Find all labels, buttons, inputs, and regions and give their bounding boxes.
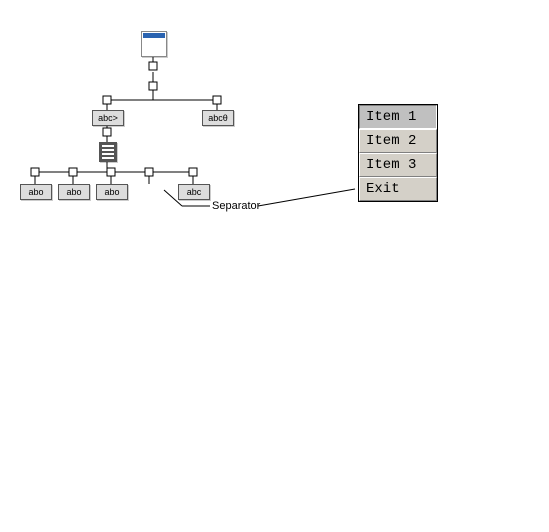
leaf-node-5-label: abc: [187, 188, 202, 197]
menu-item-2-label: Item 2: [366, 133, 416, 149]
leaf-node-2-label: abo: [66, 188, 81, 197]
menu-item-2[interactable]: Item 2: [359, 129, 437, 153]
window-icon: [141, 31, 167, 57]
menu-node-right: abcθ: [202, 110, 234, 126]
menu-node-right-label: abcθ: [208, 114, 228, 123]
menu-item-3-label: Item 3: [366, 157, 416, 173]
tree-connectors: [0, 0, 549, 532]
context-menu: Item 1 Item 2 Item 3 Exit: [358, 104, 438, 202]
leaf-node-5: abc: [178, 184, 210, 200]
leaf-node-3: abo: [96, 184, 128, 200]
diagram-canvas: abc> abcθ abo abo abo abc Separator Item…: [0, 0, 549, 532]
separator-annotation: Separator: [212, 200, 260, 212]
leaf-node-1: abo: [20, 184, 52, 200]
menu-item-exit[interactable]: Exit: [359, 177, 437, 201]
leaf-node-2: abo: [58, 184, 90, 200]
separator-annotation-text: Separator: [212, 200, 260, 212]
menu-node-left: abc>: [92, 110, 124, 126]
menu-item-1[interactable]: Item 1: [359, 105, 437, 129]
leaf-node-1-label: abo: [28, 188, 43, 197]
leaf-node-3-label: abo: [104, 188, 119, 197]
list-icon: [99, 142, 117, 162]
menu-item-1-label: Item 1: [366, 109, 416, 125]
window-titlebar: [143, 33, 165, 38]
menu-node-left-label: abc>: [98, 114, 118, 123]
menu-item-3[interactable]: Item 3: [359, 153, 437, 177]
menu-item-exit-label: Exit: [366, 181, 400, 197]
